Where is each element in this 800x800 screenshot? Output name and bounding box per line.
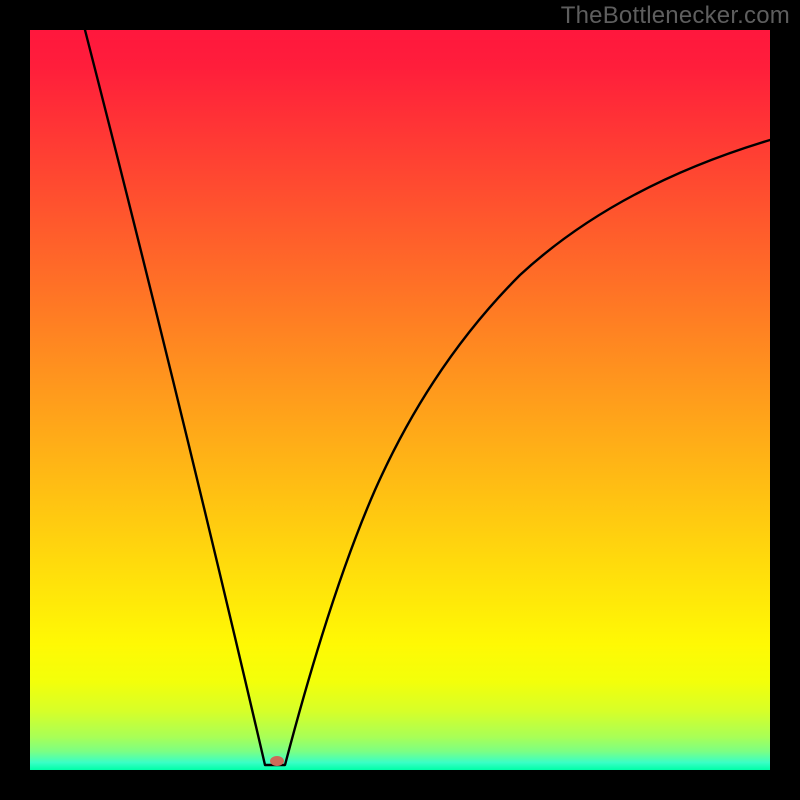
chart-frame: TheBottlenecker.com [0, 0, 800, 800]
chart-plot-area [30, 30, 770, 770]
bottleneck-chart [0, 0, 800, 800]
optimal-point-marker [270, 756, 284, 766]
watermark-label: TheBottlenecker.com [561, 2, 790, 30]
